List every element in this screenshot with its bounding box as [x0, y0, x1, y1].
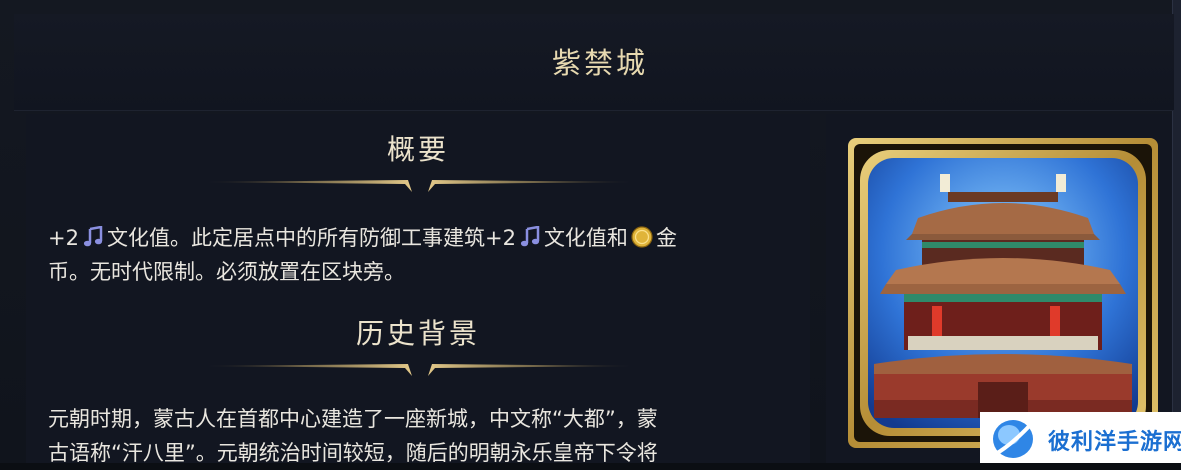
- watermark-text: 彼利洋手游网: [1048, 430, 1181, 455]
- overview-text-part: 金: [655, 226, 677, 250]
- overview-text-part: +2: [48, 226, 79, 250]
- watermark-logo-icon: [993, 419, 1036, 458]
- overview-text-part: 文化值。此定居点中的所有防御工事建筑+2: [106, 226, 516, 250]
- history-heading: 历史背景: [355, 317, 480, 350]
- history-text-line: 古语称“汗八里”。元朝统治时间较短，随后的明朝永乐皇帝下令将: [48, 441, 658, 465]
- overview-text: +2 文化值。此定居点中的所有防御工事建筑+2 文化值和 金 币。无时代限制。必须放置…: [48, 221, 788, 289]
- gold-coin-icon: [631, 226, 653, 248]
- overview-text-line: 币。无时代限制。必须放置在区块旁。: [48, 260, 405, 284]
- overview-text-part: 文化值和: [543, 226, 628, 250]
- forbidden-city-portrait: [848, 138, 1158, 448]
- music-note-icon: [520, 226, 540, 247]
- ornament-divider: [200, 180, 640, 192]
- history-text-line: 元朝时期，蒙古人在首都中心建造了一座新城，中文称“大都”，蒙: [48, 407, 658, 431]
- watermark: 彼利洋手游网: [980, 412, 1181, 463]
- music-note-icon: [83, 226, 103, 247]
- wonder-title: 紫禁城: [551, 46, 648, 80]
- history-text: 元朝时期，蒙古人在首都中心建造了一座新城，中文称“大都”，蒙 古语称“汗八里”。…: [48, 402, 788, 470]
- ornament-divider: [200, 364, 640, 376]
- overview-heading: 概要: [386, 133, 449, 166]
